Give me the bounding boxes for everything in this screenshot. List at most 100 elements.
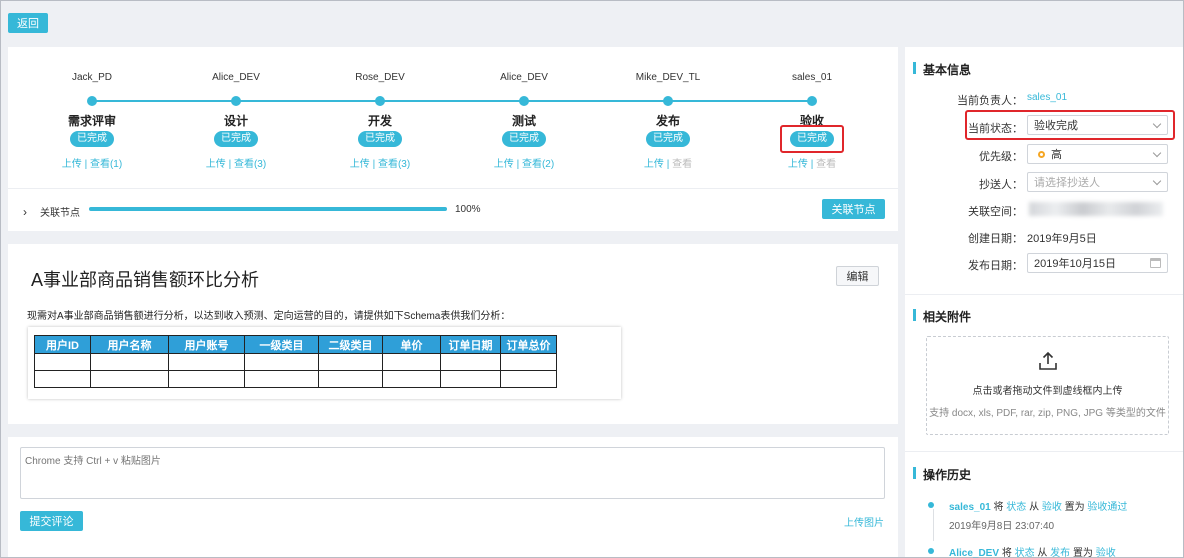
table-cell [244, 353, 319, 371]
cc-label: 抄送人： [979, 179, 1023, 191]
table-cell [318, 353, 383, 371]
upload-icon [1039, 351, 1057, 370]
history-word: 置为 [1064, 502, 1085, 513]
history-user[interactable]: sales_01 [949, 502, 991, 513]
table-cell [244, 370, 319, 388]
space-label: 关联空间： [968, 206, 1023, 218]
history-to: 验收通过 [1087, 502, 1128, 513]
priority-select[interactable]: 高 [1027, 144, 1168, 164]
workflow-card: Jack_PD 需求评审 已完成 上传 | 查看(1) Alice_DEV 设计 已完成 上传… [8, 47, 898, 231]
upload-link[interactable]: 上传 [206, 159, 226, 170]
view-link[interactable]: 查看(2) [522, 159, 554, 170]
step-dot [807, 96, 817, 106]
history-from: 发布 [1050, 548, 1071, 558]
upload-dropzone[interactable]: 点击或者拖动文件到虚线框内上传 支持 docx, xls, PDF, rar, … [926, 336, 1169, 435]
priority-value: 高 [1051, 149, 1062, 161]
step-dot [375, 96, 385, 106]
table-header-cell: 二级类目 [318, 335, 383, 354]
space-value-blurred [1029, 202, 1163, 216]
history-from: 验收 [1041, 502, 1062, 513]
steps-track [92, 100, 812, 102]
table-body [34, 353, 557, 388]
table-row [34, 353, 557, 371]
view-link[interactable]: 查看 [816, 159, 836, 170]
step-owner: Rose_DEV [355, 72, 405, 83]
separator: | [810, 159, 814, 170]
separator: | [372, 159, 376, 170]
table-cell [440, 370, 501, 388]
priority-dot-icon [1038, 150, 1045, 158]
history-timeline-line [933, 509, 934, 541]
history-to: 验收 [1095, 548, 1116, 558]
status-highlight-box [965, 110, 1175, 140]
table-cell [34, 353, 91, 371]
upload-link[interactable]: 上传 [644, 159, 664, 170]
history-user[interactable]: Alice_DEV [949, 548, 999, 558]
upload-link[interactable]: 上传 [62, 159, 82, 170]
step-dot [519, 96, 529, 106]
upload-hint: 点击或者拖动文件到虚线框内上传 [972, 386, 1123, 397]
publish-date-picker[interactable]: 2019年10月15日 [1027, 253, 1168, 273]
doc-description: 现需对A事业部商品销售额进行分析，以达到收入预测、定向运营的目的，请提供如下Sc… [27, 311, 511, 322]
history-word: 从 [1037, 548, 1048, 558]
owner-label: 当前负责人： [957, 95, 1023, 107]
table-cell [34, 370, 91, 388]
highlight-box [780, 125, 844, 153]
publish-value: 2019年10月15日 [1034, 258, 1116, 270]
step-owner: Alice_DEV [500, 72, 548, 83]
step-actions: 上传 | 查看(2) [464, 155, 584, 170]
progress-text: 100% [455, 204, 481, 215]
info-panel: 基本信息 当前负责人： sales_01 当前状态： 验收完成 优先级： 高 抄… [905, 47, 1183, 558]
table-header-cell: 一级类目 [244, 335, 319, 354]
cc-select[interactable]: 请选择抄送人 [1027, 172, 1168, 192]
step-actions: 上传 | 查看(3) [176, 155, 296, 170]
upload-types: 支持 docx, xls, PDF, rar, zip, PNG, JPG 等类… [929, 408, 1166, 419]
expand-chevron[interactable]: › [23, 205, 27, 219]
calendar-icon [1150, 258, 1161, 268]
step-owner: Mike_DEV_TL [635, 72, 701, 83]
upload-image-link[interactable]: 上传图片 [844, 514, 884, 529]
chevron-down-icon [1152, 148, 1162, 158]
history-word: 将 [1001, 548, 1012, 558]
view-link[interactable]: 查看(3) [234, 159, 266, 170]
view-link[interactable]: 查看(1) [90, 159, 122, 170]
step-status-badge: 已完成 [358, 131, 402, 147]
step-status-badge: 已完成 [646, 131, 690, 147]
back-button[interactable]: 返回 [8, 13, 48, 33]
doc-title: A事业部商品销售额环比分析 [31, 270, 260, 290]
step-name: 发布 [655, 114, 680, 128]
upload-link[interactable]: 上传 [788, 159, 808, 170]
table-header-cell: 用户名称 [90, 335, 169, 354]
chevron-down-icon [1152, 176, 1162, 186]
step-owner: Alice_DEV [212, 72, 260, 83]
created-value: 2019年9月5日 [1027, 233, 1097, 245]
step-name: 需求评审 [67, 114, 116, 128]
created-label: 创建日期： [968, 233, 1023, 245]
related-nodes-button[interactable]: 关联节点 [822, 199, 885, 219]
history-time: 2019年9月8日 23:07:40 [949, 521, 1055, 532]
step-status-badge: 已完成 [214, 131, 258, 147]
history-field: 状态 [1014, 548, 1035, 558]
separator: | [516, 159, 520, 170]
submit-comment-button[interactable]: 提交评论 [20, 511, 83, 531]
comment-input[interactable] [20, 447, 885, 499]
progress-track [89, 207, 447, 211]
history-text: sales_01 将 状态 从 验收 置为 验收通过 [949, 498, 1127, 513]
step-actions: 上传 | 查看 [608, 155, 728, 170]
view-link[interactable]: 查看(3) [378, 159, 410, 170]
upload-link[interactable]: 上传 [494, 159, 514, 170]
history-title: 操作历史 [913, 466, 971, 483]
upload-link[interactable]: 上传 [350, 159, 370, 170]
table-cell [382, 353, 441, 371]
step-name: 测试 [511, 114, 536, 128]
history-dot [928, 502, 934, 508]
attachments-title: 相关附件 [913, 308, 971, 325]
separator: | [666, 159, 670, 170]
table-header-cell: 订单日期 [440, 335, 501, 354]
divider [905, 451, 1183, 452]
view-link[interactable]: 查看 [672, 159, 692, 170]
owner-value[interactable]: sales_01 [1027, 92, 1067, 103]
schema-table-wrapper: 用户ID 用户名称 用户账号 一级类目 二级类目 单价 订单日期 订单总价 [28, 327, 621, 399]
publish-label: 发布日期： [968, 260, 1023, 272]
edit-button[interactable]: 编辑 [836, 266, 879, 286]
